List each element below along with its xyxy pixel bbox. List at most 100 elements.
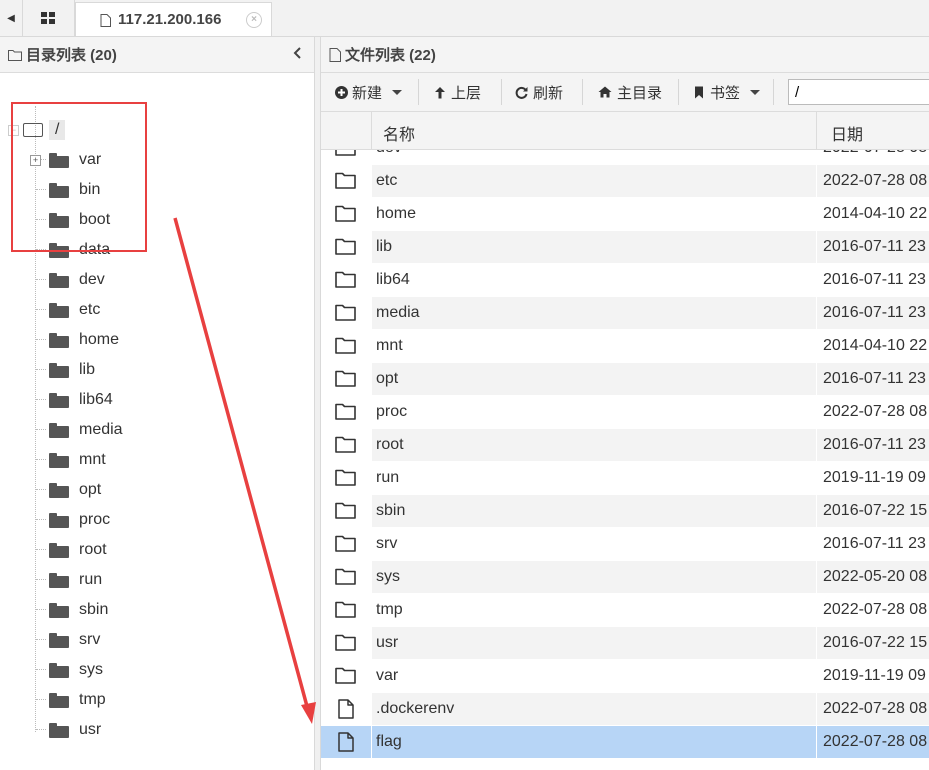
tree-item-sys[interactable]: sys: [49, 655, 103, 685]
file-list-header: 文件列表 (22): [321, 37, 929, 73]
tree-guide-line: [36, 669, 46, 670]
name-cell: home: [372, 198, 816, 230]
name-cell: tmp: [372, 594, 816, 626]
tree-item-srv[interactable]: srv: [49, 625, 100, 655]
column-divider: [816, 112, 817, 149]
table-row[interactable]: opt 2016-07-11 23: [321, 363, 929, 396]
bookmark-button[interactable]: 书签: [694, 73, 761, 111]
table-row[interactable]: usr 2016-07-22 15: [321, 627, 929, 660]
date-cell: 2022-07-28 08: [817, 726, 929, 758]
folder-outline-icon: [335, 403, 356, 425]
icon-cell: [321, 396, 371, 428]
table-row[interactable]: proc 2022-07-28 08: [321, 396, 929, 429]
file-date: 2016-07-22 15: [823, 634, 928, 651]
file-list-title: 文件列表 (22): [345, 47, 436, 64]
folder-outline-icon: [335, 667, 356, 689]
tree-item-media[interactable]: media: [49, 415, 123, 445]
tree-item-etc[interactable]: etc: [49, 295, 100, 325]
file-date: 2016-07-11 23: [823, 436, 926, 453]
tree-item-usr[interactable]: usr: [49, 715, 101, 745]
table-row[interactable]: media 2016-07-11 23: [321, 297, 929, 330]
tree-item-sbin[interactable]: sbin: [49, 595, 108, 625]
table-row[interactable]: home 2014-04-10 22: [321, 198, 929, 231]
tree-item-label: proc: [79, 511, 111, 528]
table-row[interactable]: tmp 2022-07-28 08: [321, 594, 929, 627]
name-cell: flag: [372, 726, 816, 758]
folder-icon: [49, 272, 69, 288]
tree-guide-line: [36, 459, 46, 460]
folder-outline-icon: [335, 436, 356, 458]
file-date: 2022-07-28 08: [823, 700, 928, 717]
table-row[interactable]: mnt 2014-04-10 22: [321, 330, 929, 363]
folder-icon: [49, 302, 69, 318]
folder-icon: [49, 602, 69, 618]
column-header-date[interactable]: 日期: [831, 121, 863, 145]
file-table-body: dev 2022-07-28 08 etc 2022-07-28 08 home 2014…: [321, 150, 929, 770]
apps-grid-button[interactable]: [22, 0, 75, 36]
file-name: lib64: [376, 271, 410, 288]
home-button[interactable]: 主目录: [598, 73, 662, 111]
date-cell: 2016-07-11 23: [817, 429, 929, 461]
file-date: 2016-07-22 15: [823, 502, 928, 519]
tree-item-dev[interactable]: dev: [49, 265, 105, 295]
table-row[interactable]: root 2016-07-11 23: [321, 429, 929, 462]
tree-item-lib64[interactable]: lib64: [49, 385, 113, 415]
arrow-up-icon: [435, 86, 445, 98]
path-input[interactable]: [788, 79, 929, 105]
folder-outline-icon: [8, 49, 22, 61]
icon-cell: [321, 165, 371, 197]
refresh-button[interactable]: 刷新: [515, 73, 563, 111]
icon-cell: [321, 528, 371, 560]
column-header-name[interactable]: 名称: [383, 121, 415, 145]
tab-scroll-left-button[interactable]: ◀: [0, 0, 23, 36]
folder-outline-icon: [335, 150, 356, 161]
folder-icon: [49, 392, 69, 408]
tree-guide-line: [36, 729, 46, 730]
table-row[interactable]: srv 2016-07-11 23: [321, 528, 929, 561]
table-row[interactable]: dev 2022-07-28 08: [321, 150, 929, 165]
folder-outline-icon: [335, 238, 356, 260]
folder-outline-icon: [335, 469, 356, 491]
tree-item-home[interactable]: home: [49, 325, 119, 355]
table-row[interactable]: var 2019-11-19 09: [321, 660, 929, 693]
tree-item-tmp[interactable]: tmp: [49, 685, 106, 715]
name-cell: etc: [372, 165, 816, 197]
table-row[interactable]: sys 2022-05-20 08: [321, 561, 929, 594]
table-row[interactable]: lib64 2016-07-11 23: [321, 264, 929, 297]
new-button[interactable]: 新建: [335, 73, 403, 111]
folder-outline-icon: [335, 601, 356, 623]
tree-item-mnt[interactable]: mnt: [49, 445, 106, 475]
file-date: 2016-07-11 23: [823, 238, 926, 255]
table-row[interactable]: run 2019-11-19 09: [321, 462, 929, 495]
tree-item-root[interactable]: root: [49, 535, 107, 565]
tree-item-label: usr: [79, 721, 102, 738]
tree-item-label: media: [79, 421, 123, 438]
bookmark-icon: [695, 86, 703, 98]
tree-item-opt[interactable]: opt: [49, 475, 101, 505]
file-date: 2019-11-19 09: [823, 667, 926, 684]
folder-icon: [49, 722, 69, 738]
table-row[interactable]: lib 2016-07-11 23: [321, 231, 929, 264]
tree-item-label: opt: [79, 481, 102, 498]
table-row[interactable]: etc 2022-07-28 08: [321, 165, 929, 198]
table-row[interactable]: .dockerenv 2022-07-28 08: [321, 693, 929, 726]
tree-item-run[interactable]: run: [49, 565, 102, 595]
table-row[interactable]: sbin 2016-07-22 15: [321, 495, 929, 528]
file-icon: [338, 699, 354, 724]
tree-item-label: lib: [79, 361, 96, 378]
tree-guide-line: [36, 489, 46, 490]
date-cell: 2022-07-28 08: [817, 594, 929, 626]
name-cell: media: [372, 297, 816, 329]
name-cell: var: [372, 660, 816, 692]
up-button[interactable]: 上层: [434, 73, 481, 111]
name-cell: sys: [372, 561, 816, 593]
icon-cell: [321, 594, 371, 626]
file-name: sbin: [376, 502, 406, 519]
close-icon[interactable]: ×: [246, 12, 262, 28]
tree-item-proc[interactable]: proc: [49, 505, 110, 535]
tree-item-lib[interactable]: lib: [49, 355, 95, 385]
table-row[interactable]: flag 2022-07-28 08: [321, 726, 929, 759]
tree-item-label: home: [79, 331, 120, 348]
chevron-left-icon[interactable]: [293, 46, 302, 60]
tab-host[interactable]: 117.21.200.166 ×: [75, 2, 272, 36]
